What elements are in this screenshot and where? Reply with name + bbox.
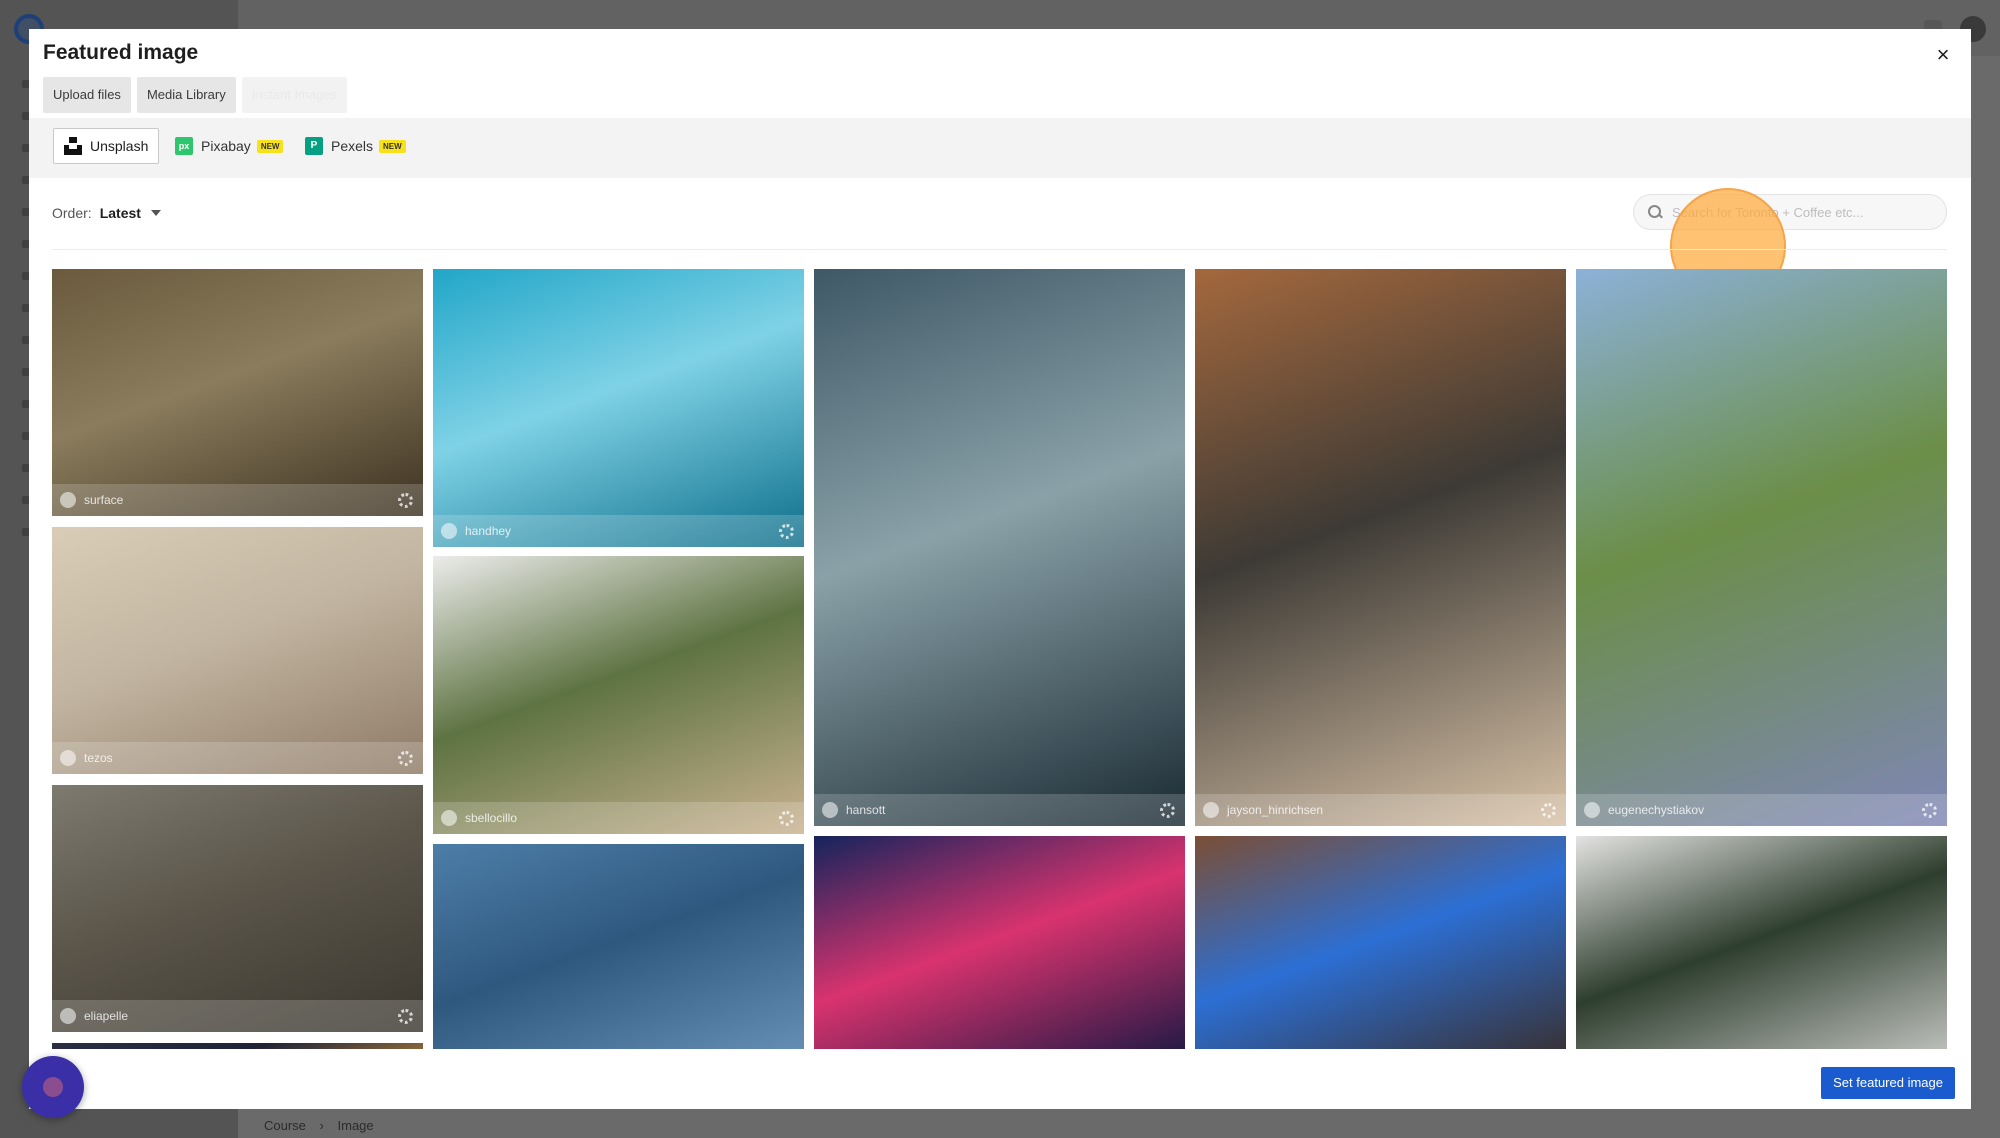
- pexels-icon: P: [305, 137, 323, 155]
- divider: [52, 249, 1947, 250]
- provider-pexels-button[interactable]: P Pexels NEW: [305, 128, 406, 164]
- tab-instant-images[interactable]: Instant Images: [241, 77, 347, 113]
- photo-username[interactable]: jayson_hinrichsen: [1227, 803, 1323, 817]
- order-value[interactable]: Latest: [100, 205, 141, 221]
- photo-footer: jayson_hinrichsen: [1195, 794, 1566, 826]
- search-field[interactable]: [1633, 194, 1947, 230]
- user-avatar-icon[interactable]: [1203, 802, 1219, 818]
- photo-username[interactable]: surface: [84, 493, 123, 507]
- photo-item[interactable]: [1576, 836, 1947, 1049]
- photo-item[interactable]: surface: [52, 269, 423, 516]
- order-label: Order:: [52, 205, 92, 221]
- set-featured-image-button[interactable]: Set featured image: [1821, 1067, 1955, 1099]
- photo-username[interactable]: sbellocillo: [465, 811, 517, 825]
- chevron-down-icon[interactable]: [150, 210, 161, 216]
- breadcrumb: Course › Image: [264, 1118, 384, 1133]
- tab-upload-files[interactable]: Upload files: [43, 77, 131, 113]
- photo-item[interactable]: eliapelle: [52, 785, 423, 1032]
- provider-label: Pixabay: [201, 138, 251, 154]
- user-avatar-icon[interactable]: [441, 523, 457, 539]
- order-control[interactable]: Order: Latest: [52, 205, 161, 221]
- provider-bar: Unsplash px Pixabay NEW P Pexels NEW: [29, 118, 1971, 178]
- tab-media-library[interactable]: Media Library: [136, 77, 236, 113]
- photo-item[interactable]: tezos: [52, 527, 423, 774]
- photo-item[interactable]: hansott: [814, 269, 1185, 826]
- gear-icon[interactable]: [1541, 803, 1556, 818]
- photo-footer: tezos: [52, 742, 423, 774]
- photo-item[interactable]: [433, 844, 804, 1049]
- photo-footer: eliapelle: [52, 1000, 423, 1032]
- breadcrumb-item: Image: [337, 1118, 374, 1133]
- photo-footer: hansott: [814, 794, 1185, 826]
- user-avatar-icon[interactable]: [441, 810, 457, 826]
- photo-item[interactable]: jayson_hinrichsen: [1195, 269, 1566, 826]
- breadcrumb-item: Course: [264, 1118, 306, 1133]
- pixabay-icon: px: [175, 137, 193, 155]
- gear-icon[interactable]: [398, 1009, 413, 1024]
- photo-username[interactable]: tezos: [84, 751, 113, 765]
- new-badge: NEW: [256, 139, 284, 153]
- featured-image-modal: Featured image × Upload files Media Libr…: [29, 29, 1971, 1109]
- photo-footer: sbellocillo: [433, 802, 804, 834]
- unsplash-icon: [64, 137, 82, 155]
- photo-item[interactable]: [814, 836, 1185, 1049]
- photo-footer: handhey: [433, 515, 804, 547]
- breadcrumb-separator: ›: [319, 1118, 324, 1133]
- provider-unsplash-button[interactable]: Unsplash: [53, 128, 160, 164]
- gear-icon[interactable]: [398, 493, 413, 508]
- photo-username[interactable]: eugenechystiakov: [1608, 803, 1704, 817]
- photo-item[interactable]: handhey: [433, 269, 804, 547]
- photo-username[interactable]: eliapelle: [84, 1009, 128, 1023]
- provider-label: Unsplash: [90, 138, 149, 154]
- gear-icon[interactable]: [779, 811, 794, 826]
- photo-footer: surface: [52, 484, 423, 516]
- photo-item[interactable]: sbellocillo: [433, 556, 804, 834]
- gear-icon[interactable]: [1160, 803, 1175, 818]
- close-button[interactable]: ×: [1929, 41, 1957, 69]
- user-avatar-icon[interactable]: [60, 492, 76, 508]
- modal-footer: Set featured image: [29, 1051, 1971, 1109]
- user-avatar-icon[interactable]: [1584, 802, 1600, 818]
- search-icon: [1648, 205, 1662, 219]
- chat-icon: [43, 1077, 63, 1097]
- photo-footer: eugenechystiakov: [1576, 794, 1947, 826]
- provider-pixabay-button[interactable]: px Pixabay NEW: [175, 128, 284, 164]
- user-avatar-icon[interactable]: [60, 750, 76, 766]
- photo-item[interactable]: [1195, 836, 1566, 1049]
- modal-title: Featured image: [43, 41, 199, 64]
- photo-item[interactable]: [52, 1043, 423, 1049]
- gear-icon[interactable]: [779, 524, 794, 539]
- photo-username[interactable]: hansott: [846, 803, 885, 817]
- photo-grid: surface tezos eliapelle handhey sbellocillo h…: [52, 269, 1949, 1049]
- gear-icon[interactable]: [398, 751, 413, 766]
- user-avatar-icon[interactable]: [60, 1008, 76, 1024]
- search-input[interactable]: [1672, 204, 1912, 220]
- provider-label: Pexels: [331, 138, 374, 154]
- user-avatar-icon[interactable]: [822, 802, 838, 818]
- new-badge: NEW: [379, 139, 406, 153]
- help-chat-button[interactable]: [22, 1056, 84, 1118]
- gear-icon[interactable]: [1922, 803, 1937, 818]
- photo-item[interactable]: eugenechystiakov: [1576, 269, 1947, 826]
- photo-username[interactable]: handhey: [465, 524, 511, 538]
- modal-tabs: Upload files Media Library Instant Image…: [43, 77, 347, 113]
